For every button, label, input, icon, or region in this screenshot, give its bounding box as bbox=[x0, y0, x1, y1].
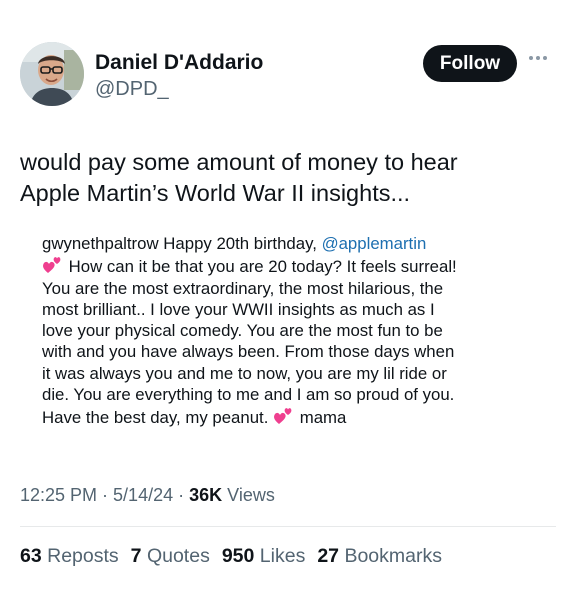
tweet-header: Daniel D'Addario @DPD_ Follow bbox=[20, 42, 560, 110]
meta-separator: · bbox=[173, 485, 190, 505]
tweet-time[interactable]: 12:25 PM bbox=[20, 485, 97, 505]
quoted-second-line-text: How can it be that you are 20 today? It … bbox=[68, 257, 457, 277]
quoted-mention: @applemartin bbox=[321, 234, 427, 253]
views-label[interactable]: Views bbox=[222, 485, 275, 505]
tweet-date[interactable]: 5/14/24 bbox=[113, 485, 173, 505]
quotes-count: 7 bbox=[130, 545, 142, 567]
bookmarks-stat[interactable]: 27 Bookmarks bbox=[317, 544, 442, 568]
quoted-line-2: How can it be that you are 20 today? It … bbox=[42, 254, 542, 277]
reposts-count: 63 bbox=[20, 545, 42, 567]
tweet-meta: 12:25 PM · 5/14/24 · 36K Views bbox=[20, 484, 275, 506]
reposts-stat[interactable]: 63 Reposts bbox=[20, 544, 119, 568]
quoted-line: most brilliant.. I love your WWII insigh… bbox=[42, 299, 435, 319]
tweet-text: would pay some amount of money to hear A… bbox=[20, 147, 540, 209]
author-display-name[interactable]: Daniel D'Addario bbox=[95, 50, 263, 76]
author-avatar[interactable] bbox=[20, 42, 84, 106]
quoted-line: with and you have always been. From thos… bbox=[42, 342, 455, 362]
engagement-stats: 63 Reposts 7 Quotes 950 Likes 27 Bookmar… bbox=[20, 544, 442, 568]
tweet-detail: Daniel D'Addario @DPD_ Follow would pay … bbox=[0, 0, 572, 600]
quoted-line: it was always you and me to now, you are… bbox=[42, 363, 447, 383]
likes-count: 950 bbox=[221, 545, 255, 567]
quoted-last-line: Have the best day, my peanut. mama bbox=[42, 405, 542, 428]
likes-label: Likes bbox=[259, 545, 306, 567]
quoted-line: You are the most extraordinary, the most… bbox=[42, 278, 444, 298]
bookmarks-count: 27 bbox=[317, 545, 340, 567]
more-horizontal-icon[interactable] bbox=[529, 51, 555, 65]
tweet-text-line: would pay some amount of money to hear bbox=[20, 149, 458, 175]
quoted-first-line-text: Happy 20th birthday, bbox=[163, 234, 322, 253]
reposts-label: Reposts bbox=[47, 545, 119, 567]
quotes-label: Quotes bbox=[146, 545, 210, 567]
quotes-stat[interactable]: 7 Quotes bbox=[131, 544, 210, 568]
bookmarks-label: Bookmarks bbox=[344, 545, 442, 567]
quoted-line-1: gwynethpaltrow Happy 20th birthday, @app… bbox=[42, 233, 542, 254]
quoted-username: gwynethpaltrow bbox=[42, 234, 159, 253]
two-hearts-icon bbox=[274, 408, 292, 425]
two-hearts-icon bbox=[43, 257, 61, 274]
tweet-text-line: Apple Martin’s World War II insights... bbox=[20, 180, 411, 206]
divider bbox=[20, 526, 556, 527]
likes-stat[interactable]: 950 Likes bbox=[222, 544, 306, 568]
quoted-line: die. You are everything to me and I am s… bbox=[42, 385, 455, 405]
author-names: Daniel D'Addario @DPD_ bbox=[95, 50, 263, 102]
quoted-post-image[interactable]: gwynethpaltrow Happy 20th birthday, @app… bbox=[42, 233, 542, 429]
views-count[interactable]: 36K bbox=[189, 485, 222, 505]
author-handle[interactable]: @DPD_ bbox=[95, 76, 263, 102]
avatar-photo-icon bbox=[20, 42, 84, 106]
quoted-sign-off: mama bbox=[299, 408, 347, 428]
follow-button[interactable]: Follow bbox=[423, 45, 517, 82]
meta-separator: · bbox=[97, 485, 114, 505]
quoted-last-line-text: Have the best day, my peanut. bbox=[42, 408, 269, 428]
quoted-line: love your physical comedy. You are the m… bbox=[42, 321, 443, 341]
